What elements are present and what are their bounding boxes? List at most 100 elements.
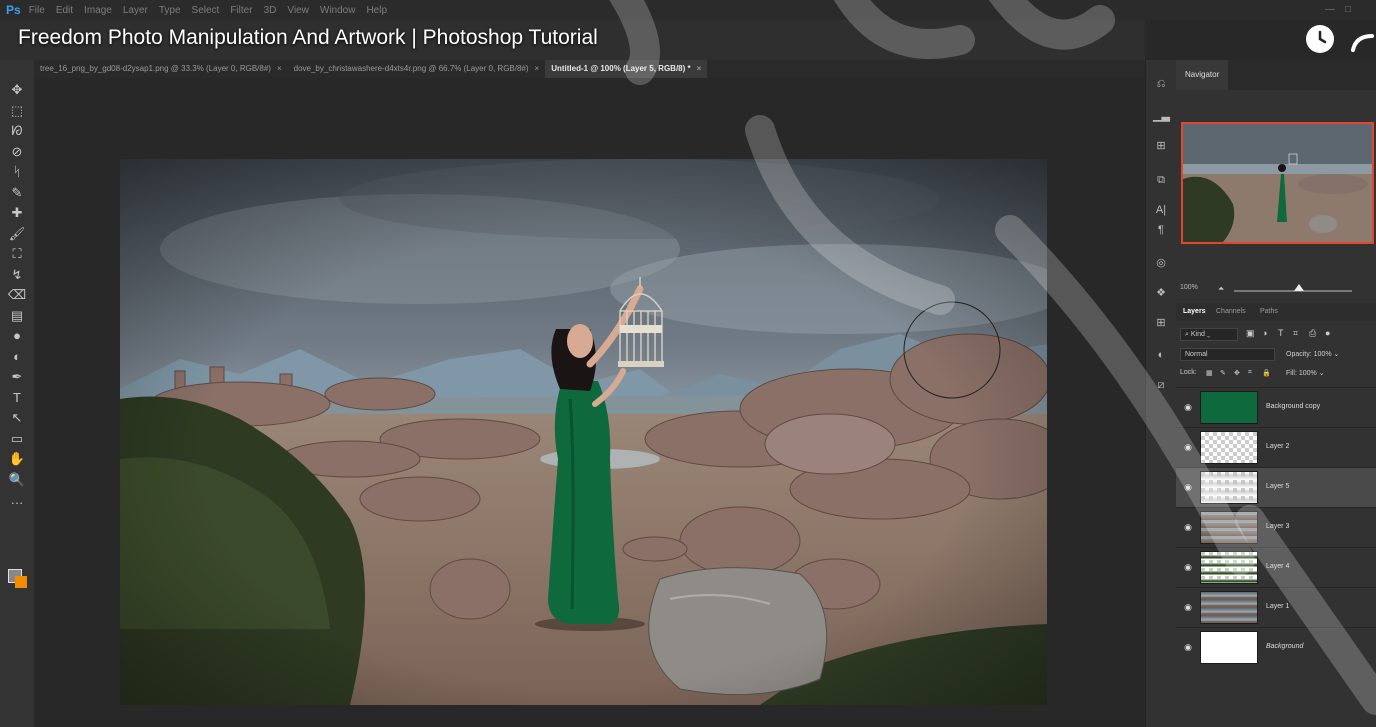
lock-image-icon[interactable]: ✎ — [1220, 369, 1226, 377]
menu-file[interactable]: File — [29, 5, 45, 16]
menu-3d[interactable]: 3D — [264, 5, 277, 16]
lock-transparent-icon[interactable]: ▦ — [1206, 369, 1213, 377]
navigator-preview[interactable] — [1181, 122, 1374, 244]
document-tabs: tree_16_png_by_gd08-d2ysap1.png @ 33.3% … — [34, 60, 1145, 78]
layer-row[interactable]: ◉ Layer 2 — [1176, 427, 1376, 467]
blur-icon[interactable]: ● — [6, 328, 28, 344]
hand-icon[interactable]: ✋ — [6, 451, 28, 467]
histogram-panel-icon[interactable]: ▁▃ — [1153, 108, 1170, 124]
menu-layer[interactable]: Layer — [123, 5, 148, 16]
close-icon[interactable]: × — [277, 64, 282, 74]
menu-type[interactable]: Type — [159, 5, 181, 16]
lock-artboard-icon[interactable]: ⌗ — [1248, 369, 1252, 377]
visibility-eye-icon[interactable]: ◉ — [1183, 602, 1193, 612]
visibility-eye-icon[interactable]: ◉ — [1183, 642, 1193, 652]
3d-panel-icon[interactable]: ❖ — [1153, 285, 1169, 301]
layer-row[interactable]: ◉ Layer 5 — [1176, 467, 1376, 507]
menu-help[interactable]: Help — [366, 5, 387, 16]
zoom-slider-handle[interactable] — [1294, 284, 1304, 291]
menu-window[interactable]: Window — [320, 5, 356, 16]
shape-filter-icon[interactable]: ⌗ — [1293, 328, 1298, 339]
grid-panel-icon[interactable]: ⊞ — [1153, 315, 1169, 331]
visibility-eye-icon[interactable]: ◉ — [1183, 522, 1193, 532]
tab-untitled[interactable]: Untitled-1 @ 100% (Layer 5, RGB/8) * × — [545, 60, 708, 78]
more-tools-icon[interactable]: … — [6, 492, 28, 508]
type-icon[interactable]: T — [6, 390, 28, 406]
document-canvas[interactable] — [120, 159, 1047, 705]
lasso-icon[interactable]: ᘗ — [6, 123, 28, 139]
move-icon[interactable]: ✥ — [6, 82, 28, 98]
export-panel-icon[interactable]: ⧄ — [1153, 377, 1169, 393]
tab-channels[interactable]: Channels — [1216, 303, 1246, 321]
menu-view[interactable]: View — [287, 5, 309, 16]
layer-row[interactable]: ◉ Layer 4 — [1176, 547, 1376, 587]
history-brush-icon[interactable]: ↯ — [6, 267, 28, 283]
lock-position-icon[interactable]: ✥ — [1234, 369, 1240, 377]
shape-icon[interactable]: ▭ — [6, 431, 28, 447]
stamp-icon[interactable]: ⛶ — [6, 246, 28, 262]
styles-panel-icon[interactable]: ◎ — [1153, 255, 1169, 271]
minimize-button[interactable]: — — [1325, 4, 1335, 15]
filter-toggle-icon[interactable]: ● — [1325, 328, 1330, 338]
navigator-zoom-value[interactable]: 100% — [1180, 284, 1198, 291]
menu-image[interactable]: Image — [84, 5, 112, 16]
adjustment-filter-icon[interactable]: ◑ — [1262, 328, 1267, 338]
layer-row[interactable]: ◉ Layer 3 — [1176, 507, 1376, 547]
type-filter-icon[interactable]: T — [1278, 328, 1284, 338]
pen-icon[interactable]: ✒ — [6, 369, 28, 385]
menu-filter[interactable]: Filter — [230, 5, 252, 16]
history-panel-icon[interactable]: ⎌ — [1153, 76, 1169, 92]
background-color-swatch[interactable] — [15, 576, 27, 588]
close-icon[interactable]: × — [535, 64, 540, 74]
zoom-out-icon[interactable]: ⏶ — [1218, 284, 1224, 294]
brush-icon[interactable]: 🖌 — [6, 226, 28, 242]
menu-select[interactable]: Select — [192, 5, 220, 16]
tab-navigator[interactable]: Navigator — [1176, 60, 1229, 90]
fill-value[interactable]: 100% — [1299, 370, 1317, 377]
tab-paths[interactable]: Paths — [1260, 303, 1278, 321]
dodge-icon[interactable]: ◐ — [6, 349, 28, 365]
crop-icon[interactable]: ᛋ — [6, 164, 28, 180]
character-panel-icon[interactable]: A| — [1153, 202, 1169, 218]
tab-layers[interactable]: Layers — [1183, 303, 1206, 321]
watch-later-icon[interactable] — [1306, 25, 1334, 53]
maximize-button[interactable]: □ — [1345, 4, 1351, 15]
eraser-icon[interactable]: ⌫ — [6, 287, 28, 303]
eyedropper-icon[interactable]: ✎ — [6, 185, 28, 201]
properties-panel-icon[interactable]: ⊞ — [1153, 138, 1169, 154]
gradient-icon[interactable]: ▤ — [6, 308, 28, 324]
zoom-slider-track[interactable] — [1234, 290, 1352, 292]
layer-thumbnail — [1200, 471, 1258, 504]
filter-kind-select[interactable]: ⌕ Kind ⌄ — [1180, 328, 1238, 341]
smart-object-filter-icon[interactable]: ⎙ — [1309, 328, 1316, 339]
visibility-eye-icon[interactable]: ◉ — [1183, 442, 1193, 452]
layer-row[interactable]: ◉ Layer 1 — [1176, 587, 1376, 627]
menu-edit[interactable]: Edit — [56, 5, 73, 16]
fill-control[interactable]: Fill: 100% ⌄ — [1286, 369, 1325, 377]
quick-select-icon[interactable]: ⊘ — [6, 144, 28, 160]
paragraph-panel-icon[interactable]: ¶ — [1153, 222, 1169, 238]
adjustments-panel-icon[interactable]: ⧉ — [1153, 172, 1169, 188]
tab-dove[interactable]: dove_by_christawashere-d4xts4r.png @ 66.… — [288, 60, 546, 78]
blend-mode-select[interactable]: Normal — [1180, 348, 1275, 361]
visibility-eye-icon[interactable]: ◉ — [1183, 402, 1193, 412]
visibility-eye-icon[interactable]: ◉ — [1183, 482, 1193, 492]
layer-name: Layer 3 — [1266, 523, 1290, 530]
layer-thumbnail — [1200, 511, 1258, 544]
visibility-eye-icon[interactable]: ◉ — [1183, 562, 1193, 572]
marquee-icon[interactable]: ⬚ — [6, 103, 28, 119]
layer-row[interactable]: ◉ Background copy — [1176, 387, 1376, 427]
close-icon[interactable]: × — [697, 64, 702, 74]
opacity-value[interactable]: 100% — [1314, 351, 1332, 358]
opacity-control[interactable]: Opacity: 100% ⌄ — [1286, 350, 1339, 358]
healing-icon[interactable]: ✚ — [6, 205, 28, 221]
zoom-icon[interactable]: 🔍 — [6, 472, 28, 488]
share-icon[interactable] — [1350, 28, 1376, 54]
path-select-icon[interactable]: ↖ — [6, 410, 28, 426]
color-panel-icon[interactable]: ◐ — [1153, 347, 1169, 363]
tab-tree[interactable]: tree_16_png_by_gd08-d2ysap1.png @ 33.3% … — [34, 60, 288, 78]
layer-row[interactable]: ◉ Background — [1176, 627, 1376, 667]
photoshop-logo: Ps — [6, 3, 21, 17]
lock-all-icon[interactable]: 🔒 — [1262, 369, 1271, 377]
pixel-filter-icon[interactable]: ▣ — [1246, 328, 1255, 339]
